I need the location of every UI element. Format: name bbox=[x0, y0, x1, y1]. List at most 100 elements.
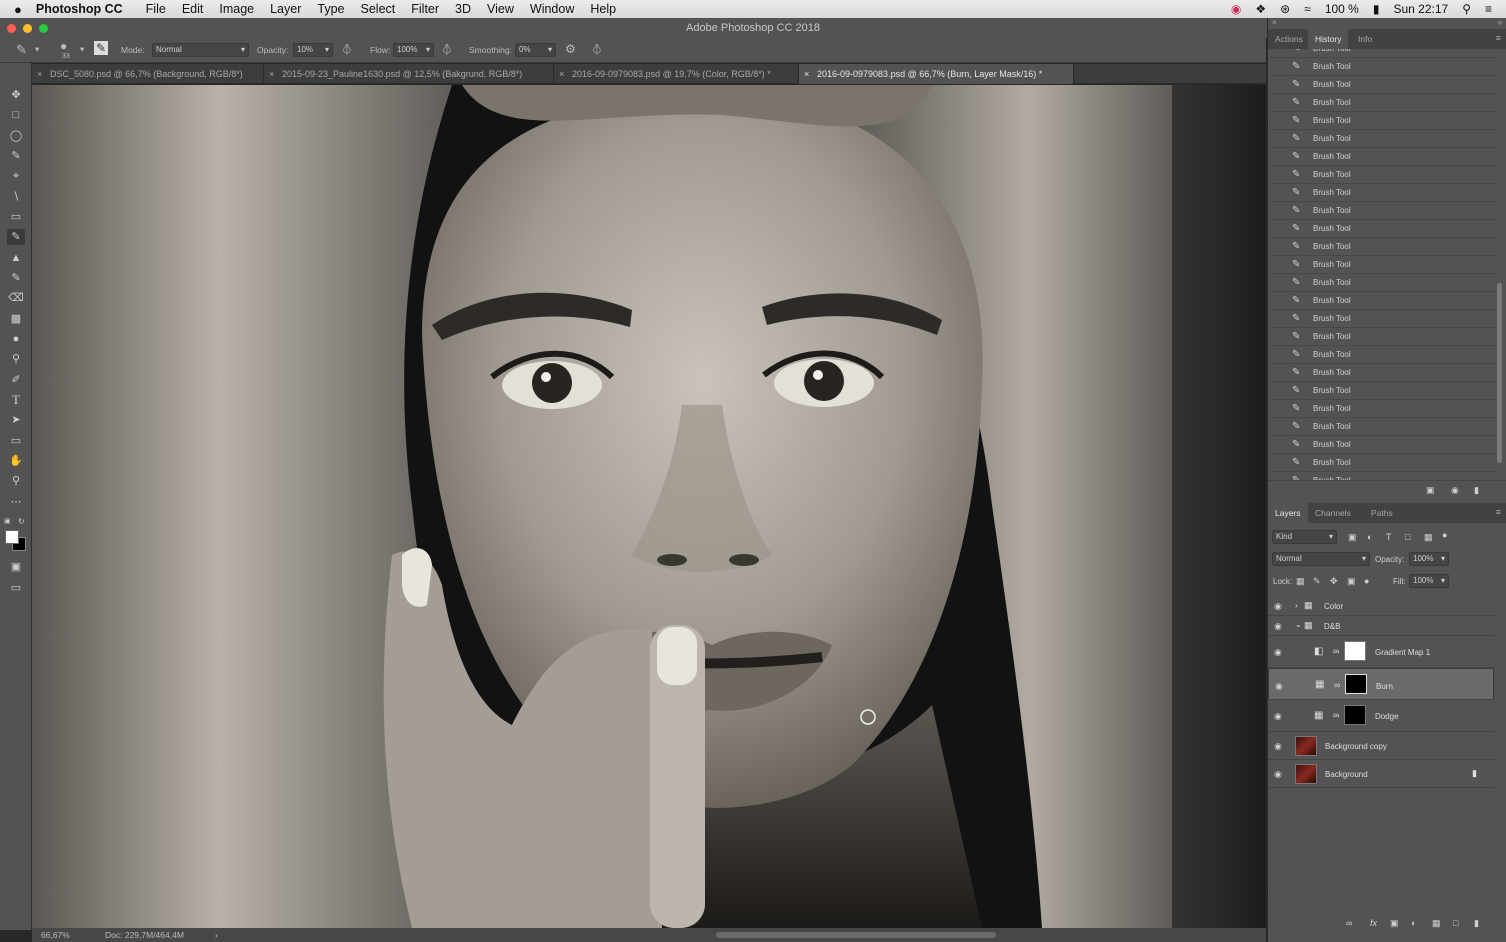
apple-icon[interactable]: ● bbox=[14, 2, 22, 17]
history-item[interactable]: ✎ Brush Tool bbox=[1270, 256, 1496, 274]
brush-picker-dropdown-icon[interactable]: ▾ bbox=[80, 44, 84, 55]
menu-help[interactable]: Help bbox=[590, 2, 616, 16]
eye-icon[interactable]: ◉ bbox=[1274, 601, 1282, 612]
layer-row-dodge[interactable]: ◉ ▦ ∞ Dodge bbox=[1268, 700, 1494, 732]
pen-tool-icon[interactable]: ✐ bbox=[7, 372, 25, 388]
pressure-opacity-icon[interactable]: ⦽ bbox=[343, 42, 351, 57]
history-item[interactable]: ✎ Brush Tool bbox=[1270, 130, 1496, 148]
layer-mask-thumbnail[interactable] bbox=[1344, 641, 1366, 661]
link-layers-icon[interactable]: ∞ bbox=[1346, 918, 1352, 928]
history-item[interactable]: ✎ Brush Tool bbox=[1270, 400, 1496, 418]
close-tab-icon[interactable]: × bbox=[804, 64, 809, 84]
menu-view[interactable]: View bbox=[487, 2, 514, 16]
tab-channels[interactable]: Channels bbox=[1308, 503, 1358, 523]
flow-input[interactable]: 100% ▾ bbox=[393, 43, 434, 57]
history-item[interactable]: ✎ Brush Tool bbox=[1270, 310, 1496, 328]
menu-window[interactable]: Window bbox=[530, 2, 574, 16]
layer-row-background[interactable]: ◉ Background ▮ bbox=[1268, 760, 1494, 788]
menu-edit[interactable]: Edit bbox=[182, 2, 204, 16]
minimize-window-button[interactable] bbox=[23, 24, 32, 33]
history-item[interactable]: ✎ Brush Tool bbox=[1270, 94, 1496, 112]
blend-mode-select[interactable]: Normal ▾ bbox=[1272, 552, 1370, 566]
tab-0979083-burn[interactable]: × 2016-09-0979083.psd @ 66,7% (Burn, Lay… bbox=[799, 64, 1074, 84]
pressure-size-icon[interactable]: ⦽ bbox=[593, 42, 601, 57]
history-item[interactable]: ✎ Brush Tool bbox=[1270, 58, 1496, 76]
app-menu[interactable]: Photoshop CC bbox=[36, 2, 123, 16]
gradient-tool-icon[interactable]: ▩ bbox=[7, 311, 25, 327]
airbrush-icon[interactable]: ⦽ bbox=[443, 42, 451, 57]
layer-row-gradient-map[interactable]: ◉ ◧ ∞ Gradient Map 1 bbox=[1268, 636, 1494, 668]
layer-row-db[interactable]: ◉ ⌄ ▦ D&B bbox=[1268, 616, 1494, 636]
marquee-tool-icon[interactable]: □ bbox=[7, 107, 25, 123]
filter-type-icon[interactable]: T bbox=[1386, 532, 1392, 542]
eyedropper-icon[interactable]: ∖ bbox=[7, 189, 25, 205]
menu-image[interactable]: Image bbox=[219, 2, 254, 16]
menu-filter[interactable]: Filter bbox=[411, 2, 439, 16]
history-item[interactable]: ✎ Brush Tool bbox=[1270, 436, 1496, 454]
lock-position-icon[interactable]: ✥ bbox=[1330, 576, 1338, 587]
history-brush-icon[interactable]: ✎ bbox=[7, 270, 25, 286]
layer-opacity-input[interactable]: 100% ▾ bbox=[1409, 552, 1449, 566]
swap-colors-icon[interactable]: ↻ bbox=[18, 517, 25, 526]
menu-3d[interactable]: 3D bbox=[455, 2, 471, 16]
record-icon[interactable]: ◉ bbox=[1231, 2, 1241, 16]
history-item[interactable]: ✎ Brush Tool bbox=[1270, 202, 1496, 220]
move-tool-icon[interactable]: ✥ bbox=[7, 87, 25, 103]
layer-thumbnail[interactable] bbox=[1295, 764, 1317, 784]
panel-menu-icon[interactable]: ≡ bbox=[1496, 507, 1501, 517]
history-item[interactable]: ✎ Brush Tool bbox=[1270, 274, 1496, 292]
status-menu-arrow[interactable]: › bbox=[215, 928, 218, 942]
filter-adjustment-icon[interactable]: ◐ bbox=[1367, 532, 1372, 542]
foreground-color-swatch[interactable] bbox=[5, 530, 19, 544]
camera-icon[interactable]: ◉ bbox=[1451, 485, 1459, 496]
history-item[interactable]: ✎ Brush Tool bbox=[1270, 418, 1496, 436]
mode-select[interactable]: Normal ▾ bbox=[152, 43, 249, 57]
close-tab-icon[interactable]: × bbox=[269, 64, 274, 84]
brush-settings-icon[interactable]: ✎ bbox=[94, 41, 108, 55]
fill-input[interactable]: 100% ▾ bbox=[1409, 574, 1449, 588]
kind-filter-select[interactable]: Kind ▾ bbox=[1272, 530, 1337, 544]
menu-type[interactable]: Type bbox=[317, 2, 344, 16]
history-item[interactable]: ✎ Brush Tool bbox=[1270, 49, 1496, 58]
zoom-level[interactable]: 66,67% bbox=[41, 928, 70, 942]
history-item[interactable]: ✎ Brush Tool bbox=[1270, 292, 1496, 310]
history-item[interactable]: ✎ Brush Tool bbox=[1270, 328, 1496, 346]
tab-0979083-color[interactable]: × 2016-09-0979083.psd @ 19,7% (Color, RG… bbox=[554, 64, 799, 84]
type-tool-icon[interactable]: T bbox=[7, 392, 25, 408]
menu-file[interactable]: File bbox=[146, 2, 166, 16]
menu-layer[interactable]: Layer bbox=[270, 2, 301, 16]
eraser-icon[interactable]: ⌫ bbox=[7, 290, 25, 306]
panel-menu-icon[interactable]: ≡ bbox=[1496, 33, 1501, 43]
screen-mode-icon[interactable]: ▭ bbox=[7, 580, 25, 596]
dropbox-icon[interactable]: ❖ bbox=[1255, 2, 1266, 16]
wifi-icon[interactable]: ≈ bbox=[1304, 2, 1311, 16]
quick-select-icon[interactable]: ✎ bbox=[7, 148, 25, 164]
tab-layers[interactable]: Layers bbox=[1268, 503, 1308, 523]
gear-icon[interactable]: ⚙ bbox=[565, 42, 576, 56]
eye-icon[interactable]: ◉ bbox=[1274, 741, 1282, 752]
eye-icon[interactable]: ◉ bbox=[1274, 711, 1282, 722]
close-window-button[interactable] bbox=[7, 24, 16, 33]
quick-mask-icon[interactable]: ▣ bbox=[7, 559, 25, 575]
adjustment-layer-icon[interactable]: ◐ bbox=[1411, 918, 1416, 928]
add-mask-icon[interactable]: ▣ bbox=[1390, 918, 1399, 929]
collapse-panel-icon[interactable]: » bbox=[1498, 18, 1502, 27]
tab-dsc-5080[interactable]: × DSC_5080.psd @ 66,7% (Background, RGB/… bbox=[32, 64, 264, 84]
brush-tool-icon[interactable]: ✎ bbox=[16, 42, 27, 58]
history-scrollbar[interactable] bbox=[1497, 283, 1502, 463]
chevron-down-icon[interactable]: ⌄ bbox=[1295, 620, 1302, 629]
close-panel-icon[interactable]: × bbox=[1272, 18, 1277, 27]
document-canvas[interactable] bbox=[32, 85, 1266, 928]
layer-mask-thumbnail[interactable] bbox=[1344, 705, 1366, 725]
new-group-icon[interactable]: ▦ bbox=[1432, 918, 1441, 929]
history-item[interactable]: ✎ Brush Tool bbox=[1270, 166, 1496, 184]
stamp-tool-icon[interactable]: ▲ bbox=[7, 250, 25, 266]
history-item[interactable]: ✎ Brush Tool bbox=[1270, 472, 1496, 480]
eye-icon[interactable]: ◉ bbox=[1274, 621, 1282, 632]
tab-pauline1630[interactable]: × 2015-09-23_Pauline1630.psd @ 12,5% (Ba… bbox=[264, 64, 554, 84]
layer-row-burn[interactable]: ◉ ▦ ∞ Burn bbox=[1268, 668, 1494, 700]
layer-mask-thumbnail[interactable] bbox=[1345, 674, 1367, 694]
history-item[interactable]: ✎ Brush Tool bbox=[1270, 220, 1496, 238]
history-item[interactable]: ✎ Brush Tool bbox=[1270, 148, 1496, 166]
path-select-icon[interactable]: ➤ bbox=[7, 412, 25, 428]
